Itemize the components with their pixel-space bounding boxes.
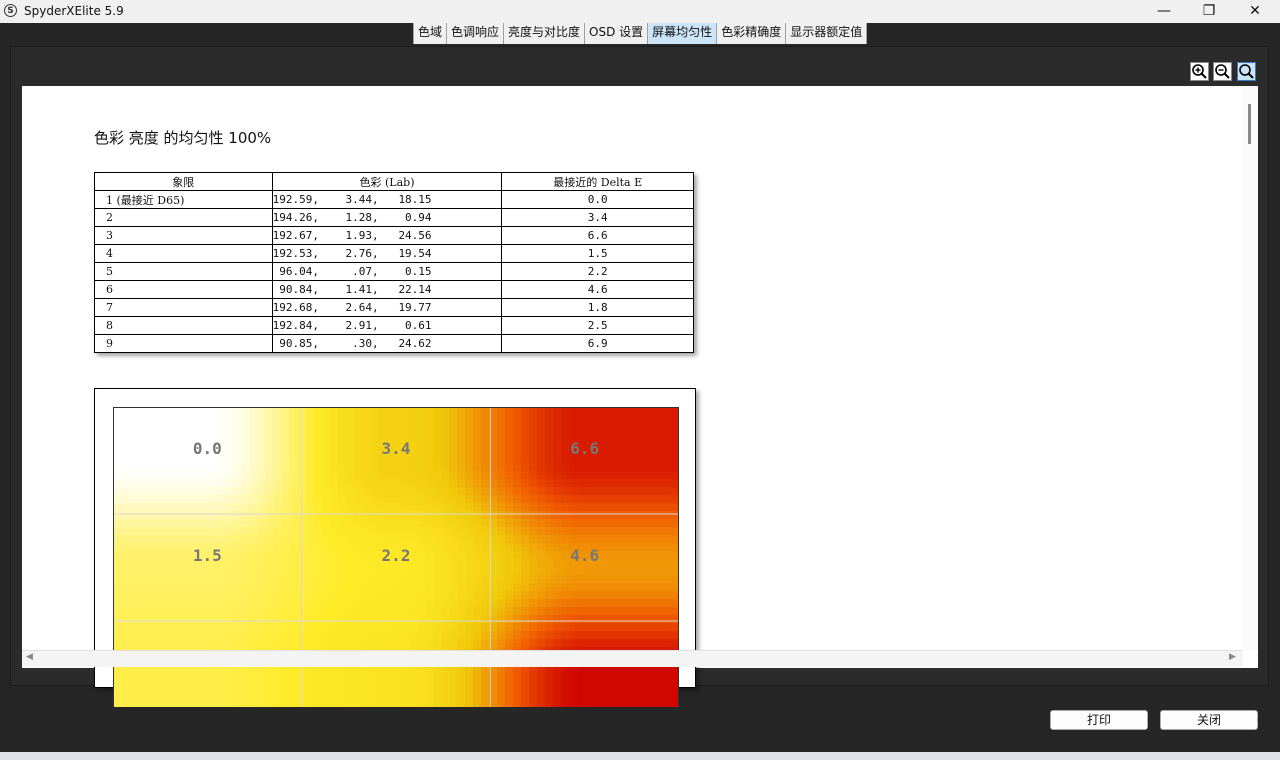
zoom-in-icon[interactable] <box>1190 62 1209 81</box>
cell-lab: 192.59, 3.44, 18.15 <box>271 190 503 209</box>
table-row: 9 90.85, .30, 24.62 6.9 <box>94 334 694 353</box>
cell-lab: 192.53, 2.76, 19.54 <box>271 244 503 263</box>
heatmap-cell-label: 0.0 <box>193 439 222 458</box>
cell-delta-e: 0.0 <box>501 190 694 209</box>
uniformity-heatmap-frame: 0.0 3.4 6.6 1.5 2.2 4.6 <box>94 388 696 707</box>
table-row: 7 192.68, 2.64, 19.77 1.8 <box>94 298 694 317</box>
cell-delta-e: 2.5 <box>501 316 694 335</box>
window-title: SpyderXElite 5.9 <box>24 4 124 18</box>
cell-quadrant: 3 <box>94 226 273 245</box>
title-bar: S SpyderXElite 5.9 — ❐ ✕ <box>0 0 1280 23</box>
table-header-row: 象限 色彩 (Lab) 最接近的 Delta E <box>94 172 694 191</box>
taskbar-edge <box>0 752 1280 760</box>
table-row: 6 90.84, 1.41, 22.14 4.6 <box>94 280 694 299</box>
cell-quadrant: 1 (最接近 D65) <box>94 190 273 209</box>
spyder-app-icon: S <box>4 4 17 17</box>
restore-button[interactable]: ❐ <box>1186 0 1232 23</box>
tab-osd-settings[interactable]: OSD 设置 <box>585 23 649 44</box>
close-button[interactable]: 关闭 <box>1160 710 1258 730</box>
minimize-button[interactable]: — <box>1141 0 1187 23</box>
vertical-scrollbar[interactable] <box>1243 86 1258 650</box>
cell-lab: 96.04, .07, 0.15 <box>271 262 503 281</box>
tab-monitor-rating[interactable]: 显示器额定值 <box>786 23 868 44</box>
column-header-quadrant: 象限 <box>94 172 273 191</box>
scroll-left-icon[interactable]: ◀ <box>26 652 33 662</box>
cell-delta-e: 4.6 <box>501 280 694 299</box>
table-row: 3 192.67, 1.93, 24.56 6.6 <box>94 226 694 245</box>
cell-delta-e: 3.4 <box>501 208 694 227</box>
uniformity-table: 象限 色彩 (Lab) 最接近的 Delta E 1 (最接近 D65) 192.… <box>94 172 694 353</box>
cell-quadrant: 5 <box>94 262 273 281</box>
tab-brightness-contrast[interactable]: 亮度与对比度 <box>504 23 586 44</box>
vertical-scrollbar-thumb[interactable] <box>1248 104 1251 144</box>
table-row: 1 (最接近 D65) 192.59, 3.44, 18.15 0.0 <box>94 190 694 209</box>
scroll-right-icon[interactable]: ▶ <box>1229 652 1236 662</box>
table-row: 4 192.53, 2.76, 19.54 1.5 <box>94 244 694 263</box>
heatmap-cell-label: 1.5 <box>193 546 222 565</box>
zoom-fit-icon[interactable] <box>1237 62 1256 81</box>
cell-quadrant: 9 <box>94 334 273 353</box>
cell-delta-e: 1.8 <box>501 298 694 317</box>
heatmap-cell-label: 3.4 <box>382 439 411 458</box>
horizontal-scrollbar[interactable] <box>22 650 1243 667</box>
tab-tone-response[interactable]: 色调响应 <box>447 23 505 44</box>
cell-lab: 90.85, .30, 24.62 <box>271 334 503 353</box>
heatmap-cell-label: 2.2 <box>382 546 411 565</box>
table-row: 2 194.26, 1.28, 0.94 3.4 <box>94 208 694 227</box>
tab-screen-uniformity[interactable]: 屏幕均匀性 <box>648 23 718 44</box>
cell-lab: 192.67, 1.93, 24.56 <box>271 226 503 245</box>
cell-delta-e: 2.2 <box>501 262 694 281</box>
cell-delta-e: 6.9 <box>501 334 694 353</box>
close-window-button[interactable]: ✕ <box>1232 0 1278 23</box>
table-body: 1 (最接近 D65) 192.59, 3.44, 18.15 0.0 2 194.26… <box>94 190 694 353</box>
tab-color-accuracy[interactable]: 色彩精确度 <box>717 23 787 44</box>
column-header-lab: 色彩 (Lab) <box>271 172 503 191</box>
report-title: 色彩 亮度 的均匀性 100% <box>94 129 272 147</box>
cell-lab: 192.68, 2.64, 19.77 <box>271 298 503 317</box>
heatmap-cell-label: 6.6 <box>570 439 599 458</box>
heatmap-cell-label: 4.6 <box>570 546 599 565</box>
table-row: 5 96.04, .07, 0.15 2.2 <box>94 262 694 281</box>
cell-delta-e: 6.6 <box>501 226 694 245</box>
cell-quadrant: 4 <box>94 244 273 263</box>
tab-bar: 色域 色调响应 亮度与对比度 OSD 设置 屏幕均匀性 色彩精确度 显示器额定值 <box>413 23 868 44</box>
cell-lab: 194.26, 1.28, 0.94 <box>271 208 503 227</box>
tab-gamut[interactable]: 色域 <box>413 23 448 44</box>
cell-quadrant: 8 <box>94 316 273 335</box>
zoom-out-icon[interactable] <box>1213 62 1232 81</box>
table-row: 8 192.84, 2.91, 0.61 2.5 <box>94 316 694 335</box>
cell-lab: 90.84, 1.41, 22.14 <box>271 280 503 299</box>
cell-quadrant: 2 <box>94 208 273 227</box>
cell-lab: 192.84, 2.91, 0.61 <box>271 316 503 335</box>
cell-quadrant: 7 <box>94 298 273 317</box>
cell-quadrant: 6 <box>94 280 273 299</box>
cell-delta-e: 1.5 <box>501 244 694 263</box>
print-button[interactable]: 打印 <box>1050 710 1148 730</box>
column-header-delta-e: 最接近的 Delta E <box>501 172 694 191</box>
